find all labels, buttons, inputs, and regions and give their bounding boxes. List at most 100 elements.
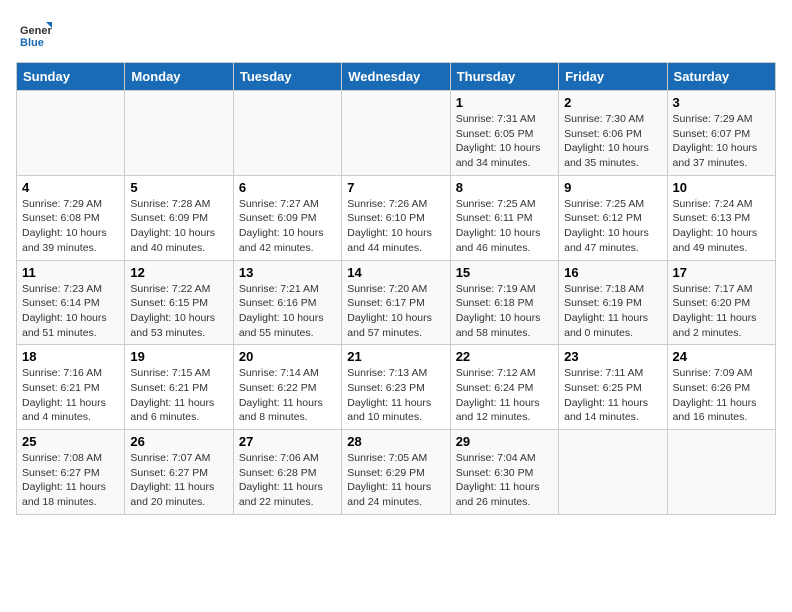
day-number: 25: [22, 434, 119, 449]
header-saturday: Saturday: [667, 63, 775, 91]
day-info: Sunrise: 7:23 AMSunset: 6:14 PMDaylight:…: [22, 282, 119, 341]
calendar-cell: 27 Sunrise: 7:06 AMSunset: 6:28 PMDayligh…: [233, 430, 341, 515]
calendar-cell: 1 Sunrise: 7:31 AMSunset: 6:05 PMDaylight…: [450, 91, 558, 176]
header-tuesday: Tuesday: [233, 63, 341, 91]
calendar-cell: 28 Sunrise: 7:05 AMSunset: 6:29 PMDayligh…: [342, 430, 450, 515]
calendar-cell: 11 Sunrise: 7:23 AMSunset: 6:14 PMDayligh…: [17, 260, 125, 345]
day-info: Sunrise: 7:18 AMSunset: 6:19 PMDaylight:…: [564, 282, 661, 341]
day-info: Sunrise: 7:06 AMSunset: 6:28 PMDaylight:…: [239, 451, 336, 510]
calendar-cell: 25 Sunrise: 7:08 AMSunset: 6:27 PMDayligh…: [17, 430, 125, 515]
calendar-cell: 15Sunrise: 7:19 AMSunset: 6:18 PMDayligh…: [450, 260, 558, 345]
day-number: 8: [456, 180, 553, 195]
day-info: Sunrise: 7:04 AMSunset: 6:30 PMDaylight:…: [456, 451, 553, 510]
calendar-cell: 20 Sunrise: 7:14 AMSunset: 6:22 PMDayligh…: [233, 345, 341, 430]
day-info: Sunrise: 7:14 AMSunset: 6:22 PMDaylight:…: [239, 366, 336, 425]
calendar-cell: 26 Sunrise: 7:07 AMSunset: 6:27 PMDayligh…: [125, 430, 233, 515]
calendar-cell: [233, 91, 341, 176]
calendar-cell: 17Sunrise: 7:17 AMSunset: 6:20 PMDayligh…: [667, 260, 775, 345]
day-info: Sunrise: 7:25 AMSunset: 6:11 PMDaylight:…: [456, 197, 553, 256]
calendar-cell: 18Sunrise: 7:16 AMSunset: 6:21 PMDayligh…: [17, 345, 125, 430]
day-number: 27: [239, 434, 336, 449]
day-number: 13: [239, 265, 336, 280]
day-number: 11: [22, 265, 119, 280]
day-info: Sunrise: 7:09 AMSunset: 6:26 PMDaylight:…: [673, 366, 770, 425]
logo-bird-icon: General Blue: [16, 16, 52, 52]
calendar-header-row: SundayMondayTuesdayWednesdayThursdayFrid…: [17, 63, 776, 91]
calendar-cell: [125, 91, 233, 176]
day-info: Sunrise: 7:07 AMSunset: 6:27 PMDaylight:…: [130, 451, 227, 510]
day-info: Sunrise: 7:08 AMSunset: 6:27 PMDaylight:…: [22, 451, 119, 510]
day-info: Sunrise: 7:05 AMSunset: 6:29 PMDaylight:…: [347, 451, 444, 510]
calendar-cell: 10 Sunrise: 7:24 AMSunset: 6:13 PMDayligh…: [667, 175, 775, 260]
day-info: Sunrise: 7:15 AMSunset: 6:21 PMDaylight:…: [130, 366, 227, 425]
day-info: Sunrise: 7:11 AMSunset: 6:25 PMDaylight:…: [564, 366, 661, 425]
day-number: 19: [130, 349, 227, 364]
header-thursday: Thursday: [450, 63, 558, 91]
day-number: 26: [130, 434, 227, 449]
day-info: Sunrise: 7:21 AMSunset: 6:16 PMDaylight:…: [239, 282, 336, 341]
day-info: Sunrise: 7:22 AMSunset: 6:15 PMDaylight:…: [130, 282, 227, 341]
day-info: Sunrise: 7:26 AMSunset: 6:10 PMDaylight:…: [347, 197, 444, 256]
calendar-week-row: 1 Sunrise: 7:31 AMSunset: 6:05 PMDaylight…: [17, 91, 776, 176]
calendar-week-row: 11 Sunrise: 7:23 AMSunset: 6:14 PMDayligh…: [17, 260, 776, 345]
day-number: 23: [564, 349, 661, 364]
calendar-cell: 2 Sunrise: 7:30 AMSunset: 6:06 PMDaylight…: [559, 91, 667, 176]
day-number: 1: [456, 95, 553, 110]
day-number: 7: [347, 180, 444, 195]
calendar-cell: 23 Sunrise: 7:11 AMSunset: 6:25 PMDayligh…: [559, 345, 667, 430]
day-info: Sunrise: 7:31 AMSunset: 6:05 PMDaylight:…: [456, 112, 553, 171]
day-number: 2: [564, 95, 661, 110]
day-info: Sunrise: 7:24 AMSunset: 6:13 PMDaylight:…: [673, 197, 770, 256]
calendar-cell: 7 Sunrise: 7:26 AMSunset: 6:10 PMDaylight…: [342, 175, 450, 260]
calendar-cell: 19 Sunrise: 7:15 AMSunset: 6:21 PMDayligh…: [125, 345, 233, 430]
calendar-table: SundayMondayTuesdayWednesdayThursdayFrid…: [16, 62, 776, 515]
calendar-cell: 16Sunrise: 7:18 AMSunset: 6:19 PMDayligh…: [559, 260, 667, 345]
day-number: 6: [239, 180, 336, 195]
day-number: 29: [456, 434, 553, 449]
calendar-cell: 14Sunrise: 7:20 AMSunset: 6:17 PMDayligh…: [342, 260, 450, 345]
day-info: Sunrise: 7:29 AMSunset: 6:07 PMDaylight:…: [673, 112, 770, 171]
calendar-cell: 21 Sunrise: 7:13 AMSunset: 6:23 PMDayligh…: [342, 345, 450, 430]
day-info: Sunrise: 7:27 AMSunset: 6:09 PMDaylight:…: [239, 197, 336, 256]
calendar-week-row: 4 Sunrise: 7:29 AMSunset: 6:08 PMDaylight…: [17, 175, 776, 260]
calendar-cell: 12 Sunrise: 7:22 AMSunset: 6:15 PMDayligh…: [125, 260, 233, 345]
day-number: 22: [456, 349, 553, 364]
day-number: 3: [673, 95, 770, 110]
header-wednesday: Wednesday: [342, 63, 450, 91]
calendar-week-row: 18Sunrise: 7:16 AMSunset: 6:21 PMDayligh…: [17, 345, 776, 430]
calendar-cell: 24 Sunrise: 7:09 AMSunset: 6:26 PMDayligh…: [667, 345, 775, 430]
calendar-cell: 9Sunrise: 7:25 AMSunset: 6:12 PMDaylight…: [559, 175, 667, 260]
day-number: 21: [347, 349, 444, 364]
calendar-cell: 8 Sunrise: 7:25 AMSunset: 6:11 PMDaylight…: [450, 175, 558, 260]
day-number: 24: [673, 349, 770, 364]
svg-text:Blue: Blue: [20, 37, 44, 49]
day-number: 28: [347, 434, 444, 449]
calendar-cell: 13 Sunrise: 7:21 AMSunset: 6:16 PMDayligh…: [233, 260, 341, 345]
calendar-cell: 6 Sunrise: 7:27 AMSunset: 6:09 PMDaylight…: [233, 175, 341, 260]
header-friday: Friday: [559, 63, 667, 91]
day-info: Sunrise: 7:13 AMSunset: 6:23 PMDaylight:…: [347, 366, 444, 425]
day-info: Sunrise: 7:28 AMSunset: 6:09 PMDaylight:…: [130, 197, 227, 256]
day-number: 15: [456, 265, 553, 280]
day-number: 10: [673, 180, 770, 195]
logo: General Blue: [16, 16, 52, 52]
calendar-cell: 29 Sunrise: 7:04 AMSunset: 6:30 PMDayligh…: [450, 430, 558, 515]
day-number: 17: [673, 265, 770, 280]
calendar-cell: [559, 430, 667, 515]
calendar-cell: [342, 91, 450, 176]
calendar-cell: 4 Sunrise: 7:29 AMSunset: 6:08 PMDaylight…: [17, 175, 125, 260]
day-info: Sunrise: 7:29 AMSunset: 6:08 PMDaylight:…: [22, 197, 119, 256]
day-number: 9: [564, 180, 661, 195]
calendar-cell: [17, 91, 125, 176]
day-number: 20: [239, 349, 336, 364]
calendar-week-row: 25 Sunrise: 7:08 AMSunset: 6:27 PMDayligh…: [17, 430, 776, 515]
header-monday: Monday: [125, 63, 233, 91]
day-number: 12: [130, 265, 227, 280]
day-info: Sunrise: 7:30 AMSunset: 6:06 PMDaylight:…: [564, 112, 661, 171]
day-info: Sunrise: 7:20 AMSunset: 6:17 PMDaylight:…: [347, 282, 444, 341]
day-number: 18: [22, 349, 119, 364]
day-number: 5: [130, 180, 227, 195]
day-number: 4: [22, 180, 119, 195]
header-sunday: Sunday: [17, 63, 125, 91]
calendar-cell: [667, 430, 775, 515]
